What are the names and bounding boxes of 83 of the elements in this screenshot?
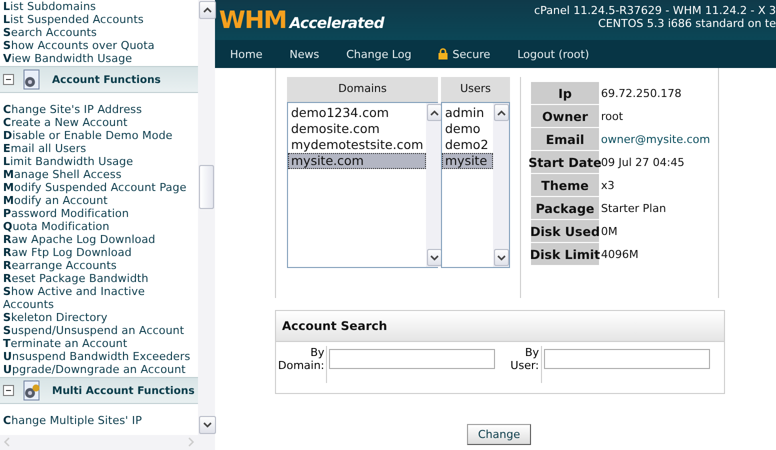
info-value: 69.72.250.178	[601, 86, 682, 102]
collapse-icon[interactable]	[3, 74, 14, 85]
info-label: Start Date	[531, 151, 599, 173]
search-input[interactable]	[329, 349, 496, 369]
list-option[interactable]: demo2	[442, 137, 493, 153]
scroll-up-icon[interactable]	[430, 110, 440, 116]
sidebar-link[interactable]: Show Accounts over Quota	[0, 39, 198, 52]
sidebar-link[interactable]: Modify Suspended Account Page	[0, 181, 198, 194]
scrollbar[interactable]	[426, 103, 442, 267]
sidebar-link[interactable]: List Subdomains	[0, 0, 198, 13]
info-value: 4096M	[601, 246, 640, 262]
sidebar-link[interactable]: Raw Ftp Log Download	[0, 246, 198, 259]
nav-link[interactable]: Logout (root)	[517, 48, 590, 60]
section-title: Multi Account Functions	[52, 384, 195, 396]
version-text: cPanel 11.24.5-R37629 - WHM 11.24.2 - X 3	[534, 4, 776, 17]
vertical-scrollbar[interactable]	[198, 0, 215, 435]
list-option[interactable]: demo	[442, 121, 493, 137]
sidebar-link[interactable]: Terminate an Account	[0, 337, 198, 350]
list-option[interactable]: admin	[442, 105, 493, 121]
section-title: Account Functions	[52, 74, 161, 86]
email-link[interactable]: owner@mysite.com	[601, 128, 710, 150]
sidebar-link[interactable]: Suspend/Unsuspend an Account	[0, 324, 198, 337]
scroll-down-icon[interactable]	[497, 254, 506, 260]
list-option[interactable]: demo1234.com	[288, 105, 426, 121]
domains-listbox[interactable]: demo1234.com demosite.com mydemotestsite.com mysite.com	[287, 102, 438, 268]
nav-link[interactable]: News	[289, 48, 320, 60]
sidebar-link[interactable]: View Bandwidth Usage	[0, 52, 198, 65]
scroll-up-icon[interactable]	[203, 7, 212, 13]
list-option[interactable]: mysite.com	[288, 153, 426, 169]
logo-subtitle: Accelerated	[289, 14, 384, 32]
nav-link[interactable]: Home	[230, 48, 262, 60]
horizontal-scrollbar[interactable]	[0, 435, 215, 450]
list-option[interactable]: mysite	[442, 153, 493, 169]
info-label: Ip	[531, 82, 599, 104]
logo-text: WHM	[219, 6, 286, 34]
lock-icon	[438, 48, 448, 60]
field-label: By User:	[509, 346, 542, 383]
sidebar-link[interactable]: Search Accounts	[0, 26, 198, 39]
info-label: Disk Used	[531, 220, 599, 242]
section-header[interactable]: Account Functions	[0, 66, 198, 93]
info-label: Owner	[531, 105, 599, 127]
sidebar-link[interactable]: Manage Shell Access	[0, 168, 198, 181]
info-value: 0M	[601, 224, 618, 240]
scroll-up-icon[interactable]	[497, 110, 506, 116]
sidebar-link[interactable]: Change Site's IP Address	[0, 103, 198, 116]
scroll-down-icon[interactable]	[430, 254, 440, 260]
sidebar-link[interactable]: Email all Users	[0, 142, 198, 155]
sidebar-link[interactable]: Password Modification	[0, 207, 198, 220]
info-value: x3	[601, 178, 616, 194]
info-label: Email	[531, 128, 599, 150]
sidebar-link[interactable]: Limit Bandwidth Usage	[0, 155, 198, 168]
change-button[interactable]: Change	[467, 424, 532, 445]
sidebar-link[interactable]: Upgrade/Downgrade an Account	[0, 363, 198, 376]
nav-link[interactable]: Change Log	[346, 48, 412, 60]
scroll-down-icon[interactable]	[203, 422, 212, 428]
sidebar-link[interactable]: Rearrange Accounts	[0, 259, 198, 272]
info-label: Theme	[531, 174, 599, 196]
sidebar-link[interactable]: Reset Package Bandwidth	[0, 272, 198, 285]
sidebar-link[interactable]: Quota Modification	[0, 220, 198, 233]
info-value: Starter Plan	[601, 200, 668, 216]
nav-link[interactable]: Secure	[438, 48, 490, 60]
info-label: Package	[531, 197, 599, 219]
list-option[interactable]: demosite.com	[288, 121, 426, 137]
scrollbar[interactable]	[493, 103, 509, 267]
field-label: By Domain:	[278, 346, 328, 383]
users-listbox[interactable]: admin demo demo2 mysite	[441, 102, 510, 268]
section-header[interactable]: Multi Account Functions	[0, 377, 198, 404]
search-input[interactable]	[544, 349, 710, 369]
sidebar-link[interactable]: Create a New Account	[0, 116, 198, 129]
sidebar-link[interactable]: Skeleton Directory	[0, 311, 198, 324]
sidebar-link[interactable]: List Suspended Accounts	[0, 13, 198, 26]
list-option[interactable]: mydemotestsite.com	[288, 137, 426, 153]
scroll-thumb[interactable]	[199, 165, 214, 209]
info-value: root	[601, 108, 624, 124]
sidebar-link[interactable]: Change Multiple Sites' IP	[0, 414, 198, 427]
sidebar-link[interactable]: Unsuspend Bandwidth Exceeders	[0, 350, 198, 363]
sidebar-link[interactable]: Disable or Enable Demo Mode	[0, 129, 198, 142]
info-label: Disk Limit	[531, 243, 599, 265]
info-value: 09 Jul 27 04:45	[601, 154, 686, 170]
sidebar-link[interactable]: Raw Apache Log Download	[0, 233, 198, 246]
version-text: CENTOS 5.3 i686 standard on te	[598, 17, 776, 30]
collapse-icon[interactable]	[3, 385, 14, 396]
sidebar-link[interactable]: Modify an Account	[0, 194, 198, 207]
